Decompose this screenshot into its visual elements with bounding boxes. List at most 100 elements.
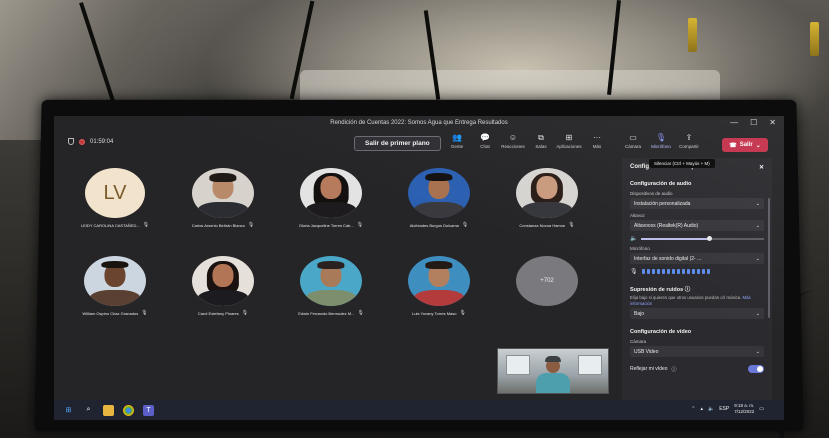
- meeting-status: 01:59:04: [68, 138, 113, 145]
- language-indicator[interactable]: ESP: [719, 406, 729, 412]
- participant-tile[interactable]: Alcibíades Burgos Dulcama 🎙: [384, 168, 494, 228]
- avatar: [84, 256, 146, 306]
- microphone-select[interactable]: Interfaz de sonido digital (2- ... ⌄: [630, 253, 764, 264]
- speaker-volume-slider[interactable]: [641, 235, 764, 241]
- reactions-icon: ☺: [508, 133, 518, 142]
- participant-tile[interactable]: Constanza Novoa Hamon 🎙: [492, 168, 602, 228]
- leave-button[interactable]: ☎ Salir ⌄: [722, 138, 768, 152]
- windows-taskbar: ⊞ ⌕ T ⌃ ▴ 🔈 ESP 9:18 a. m. 7/12/2022 ▭: [54, 400, 784, 420]
- mic-off-icon: 🎙: [142, 222, 150, 228]
- info-icon[interactable]: ⓘ: [685, 287, 691, 293]
- participant-name: Luis Yovany Torres Maso: [412, 310, 457, 316]
- rooms-icon: ⧉: [538, 133, 544, 142]
- scrollbar[interactable]: [768, 198, 770, 318]
- camera-label: Cámara: [630, 339, 647, 344]
- people-icon: 👥: [452, 133, 462, 142]
- windows-start-icon[interactable]: ⊞: [63, 405, 74, 416]
- slider-thumb[interactable]: [706, 235, 712, 241]
- noise-suppression-select[interactable]: Bajo ⌄: [630, 308, 764, 319]
- elapsed-time: 01:59:04: [90, 138, 114, 145]
- rooms-button[interactable]: ⧉ Salas: [530, 133, 552, 149]
- teams-icon[interactable]: T: [143, 404, 154, 416]
- participant-tile[interactable]: Carlos Arsenio Beltrán Blanco 🎙: [168, 168, 278, 228]
- chevron-down-icon: ⌄: [755, 255, 760, 262]
- self-view-video[interactable]: [497, 348, 609, 394]
- folder-icon[interactable]: [103, 404, 114, 416]
- mic-level-meter: 🎙: [630, 268, 764, 275]
- share-button[interactable]: ⇪ Compartir: [678, 133, 700, 149]
- mic-off-icon: 🎙: [247, 222, 255, 228]
- shield-icon: [68, 138, 74, 145]
- mic-level-segment: [651, 269, 655, 274]
- chevron-up-icon[interactable]: ⌃: [691, 406, 695, 412]
- avatar: LV: [85, 168, 145, 218]
- participant-tile[interactable]: Gloria Jacqueline Torres Cab... 🎙: [276, 168, 386, 228]
- participant-name: Carol Estefany Pinares: [197, 310, 239, 316]
- mic-off-icon: 🎙: [461, 222, 469, 228]
- mic-level-segment: [661, 269, 665, 274]
- apps-button[interactable]: ⊞ Aplicaciones: [556, 133, 581, 149]
- volume-icon[interactable]: 🔈: [708, 406, 714, 412]
- avatar: [192, 168, 254, 218]
- apps-icon: ⊞: [565, 133, 573, 142]
- mirror-video-toggle[interactable]: [748, 365, 764, 373]
- chrome-icon[interactable]: [123, 404, 134, 416]
- participant-tile[interactable]: William Ospino Chaz Granados 🎙: [60, 256, 170, 316]
- minimize-icon[interactable]: —: [730, 118, 738, 127]
- microphone-label: Micrófono: [630, 246, 650, 251]
- close-icon[interactable]: ✕: [769, 118, 776, 127]
- more-participants-tile[interactable]: +702: [492, 256, 602, 306]
- avatar: [408, 168, 470, 218]
- participant-tile[interactable]: Edwin Fernando Bermudez M... 🎙: [276, 256, 386, 316]
- meeting-toolbar: 01:59:04 Salir de primer plano 👥 Gente 💬 C…: [54, 130, 784, 158]
- mic-level-segment: [666, 269, 670, 274]
- more-icon: ···: [593, 133, 601, 142]
- chevron-down-icon: ⌄: [755, 222, 760, 229]
- reactions-button[interactable]: ☺ Reacciones: [501, 133, 525, 149]
- participant-name: Gloria Jacqueline Torres Cab...: [298, 222, 354, 228]
- audio-device-label: Dispositivos de audio: [630, 191, 673, 196]
- window-controls: — ☐ ✕: [730, 118, 776, 127]
- microphone-button[interactable]: 🎙 Micrófono: [650, 133, 672, 149]
- participant-tile[interactable]: LV LEIDY CAROLINA CASTAÑED... 🎙: [60, 168, 170, 228]
- maximize-icon[interactable]: ☐: [750, 118, 757, 127]
- chevron-down-icon: ⌄: [755, 348, 760, 355]
- meeting-title: Rendición de Cuentas 2022: Somos Agua qu…: [330, 120, 508, 126]
- leave-label: Salir: [739, 142, 753, 148]
- exit-fullscreen-button[interactable]: Salir de primer plano: [354, 136, 441, 151]
- notification-icon[interactable]: ▭: [759, 406, 764, 412]
- mic-level-segment: [681, 269, 685, 274]
- camera-button[interactable]: ▭ Cámara: [622, 133, 644, 149]
- participant-name: Carlos Arsenio Beltrán Blanco: [191, 222, 245, 228]
- clock[interactable]: 9:18 a. m. 7/12/2022: [734, 403, 754, 415]
- audio-device-select[interactable]: Instalación personalizada ⌄: [630, 198, 764, 209]
- avatar: [300, 256, 362, 306]
- recording-icon: [79, 138, 85, 145]
- more-button[interactable]: ··· Más: [586, 133, 608, 149]
- people-button[interactable]: 👥 Gente: [446, 133, 468, 149]
- more-participants-count: +702: [516, 256, 578, 306]
- mic-level-segment: [676, 269, 680, 274]
- close-icon[interactable]: ✕: [759, 164, 764, 171]
- chat-button[interactable]: 💬 Chat: [474, 133, 496, 149]
- chevron-down-icon[interactable]: ⌄: [756, 142, 761, 149]
- participant-name: Alcibíades Burgos Dulcama: [409, 222, 459, 228]
- camera-icon: ▭: [629, 133, 637, 142]
- speaker-icon: 🔈: [630, 236, 638, 242]
- mirror-video-row: Reflejar mi vídeo ⓘ: [630, 365, 764, 373]
- speaker-select[interactable]: Altavoces (Realtek(R) Audio) ⌄: [630, 220, 764, 231]
- camera-select[interactable]: USB Video ⌄: [630, 346, 764, 357]
- participant-tile[interactable]: Carol Estefany Pinares 🎙: [168, 256, 278, 316]
- phone-icon: ☎: [729, 142, 737, 149]
- title-bar: Rendición de Cuentas 2022: Somos Agua qu…: [54, 116, 784, 130]
- chat-icon: 💬: [480, 133, 490, 142]
- search-icon[interactable]: ⌕: [83, 405, 94, 416]
- mic-level-segment: [671, 269, 675, 274]
- mic-level-segment: [641, 269, 645, 274]
- microphone-icon: 🎙: [655, 133, 667, 142]
- participant-gallery: LV LEIDY CAROLINA CASTAÑED... 🎙 Carlos Ar…: [54, 160, 622, 380]
- info-icon[interactable]: ⓘ: [672, 366, 677, 373]
- participant-tile[interactable]: Luis Yovany Torres Maso 🎙: [384, 256, 494, 316]
- network-icon[interactable]: ▴: [700, 406, 703, 412]
- video-settings-title: Configuración de vídeo: [630, 329, 692, 335]
